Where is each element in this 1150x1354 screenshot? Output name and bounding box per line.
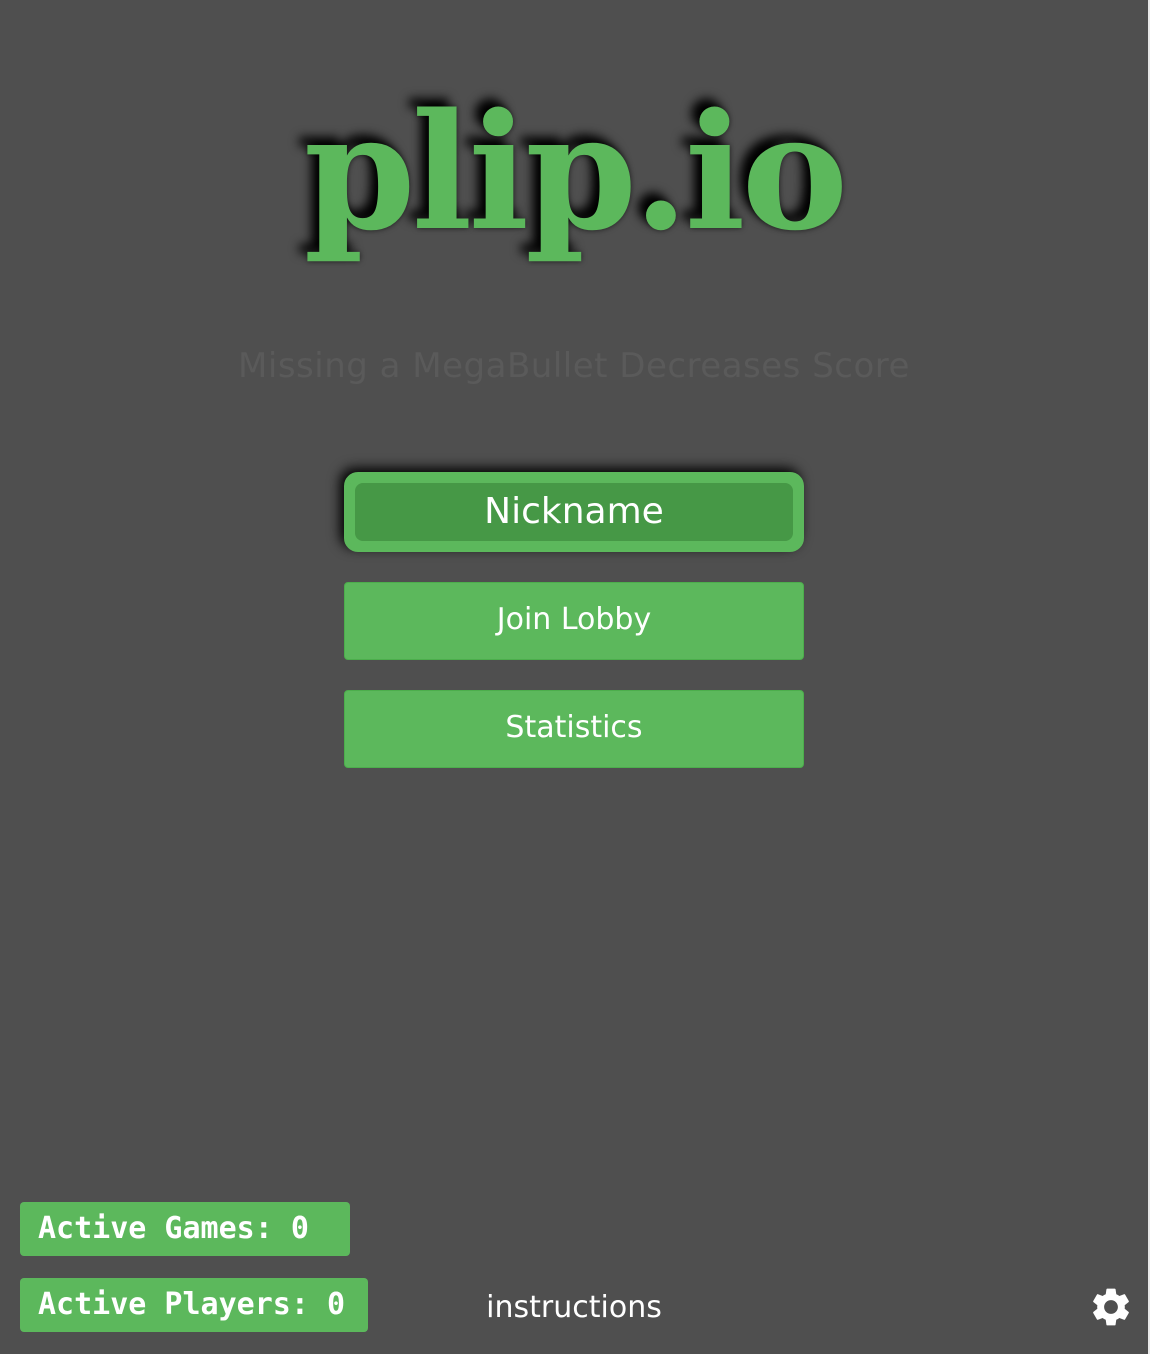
gameplay-tip: Missing a MegaBullet Decreases Score [238,346,910,386]
nickname-placeholder[interactable]: Nickname [355,483,793,541]
game-logo: plip.io [303,78,849,266]
instructions-link[interactable]: instructions [0,1290,1148,1325]
nickname-field[interactable]: Nickname [344,472,804,552]
active-games-badge: Active Games: 0 [20,1202,350,1256]
statistics-button[interactable]: Statistics [344,690,804,768]
gear-icon[interactable] [1088,1284,1134,1330]
join-lobby-button[interactable]: Join Lobby [344,582,804,660]
main-menu-screen: plip.io Missing a MegaBullet Decreases S… [0,0,1148,1354]
